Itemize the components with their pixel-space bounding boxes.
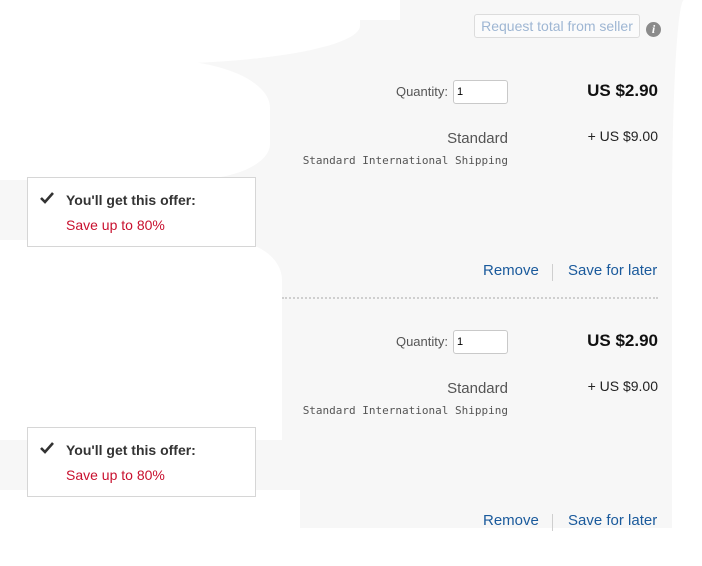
torn-edge-top-left-2 xyxy=(0,0,400,20)
link-separator xyxy=(552,264,553,281)
shipping-name: Standard xyxy=(447,130,508,147)
item-divider xyxy=(282,297,658,299)
quantity-input[interactable] xyxy=(453,330,508,354)
item-price: US $2.90 xyxy=(587,331,658,350)
quantity-label: Quantity: xyxy=(395,84,448,99)
quantity-input[interactable] xyxy=(453,80,508,104)
save-for-later-link[interactable]: Save for later xyxy=(568,512,657,529)
offer-discount: Save up to 80% xyxy=(66,467,165,483)
offer-discount: Save up to 80% xyxy=(66,217,165,233)
shipping-cost: + US $9.00 xyxy=(587,128,658,144)
item-price: US $2.90 xyxy=(587,81,658,100)
checkmark-icon xyxy=(40,192,54,204)
cart-item: Quantity: US $2.90 Standard + US $9.00 S… xyxy=(0,316,702,566)
offer-box: You'll get this offer: Save up to 80% xyxy=(27,177,256,247)
remove-link[interactable]: Remove xyxy=(483,512,539,529)
remove-link[interactable]: Remove xyxy=(483,262,539,279)
offer-title: You'll get this offer: xyxy=(66,192,196,208)
offer-box: You'll get this offer: Save up to 80% xyxy=(27,427,256,497)
cart-item: Quantity: US $2.90 Standard + US $9.00 S… xyxy=(0,66,702,316)
save-for-later-link[interactable]: Save for later xyxy=(568,262,657,279)
checkmark-icon xyxy=(40,442,54,454)
request-total-button[interactable]: Request total from seller xyxy=(474,14,640,38)
link-separator xyxy=(552,514,553,531)
shipping-name: Standard xyxy=(447,380,508,397)
info-icon[interactable]: i xyxy=(646,22,661,37)
shipping-description: Standard International Shipping xyxy=(302,154,508,167)
shipping-cost: + US $9.00 xyxy=(587,378,658,394)
shipping-description: Standard International Shipping xyxy=(302,404,508,417)
quantity-label: Quantity: xyxy=(395,334,448,349)
offer-title: You'll get this offer: xyxy=(66,442,196,458)
